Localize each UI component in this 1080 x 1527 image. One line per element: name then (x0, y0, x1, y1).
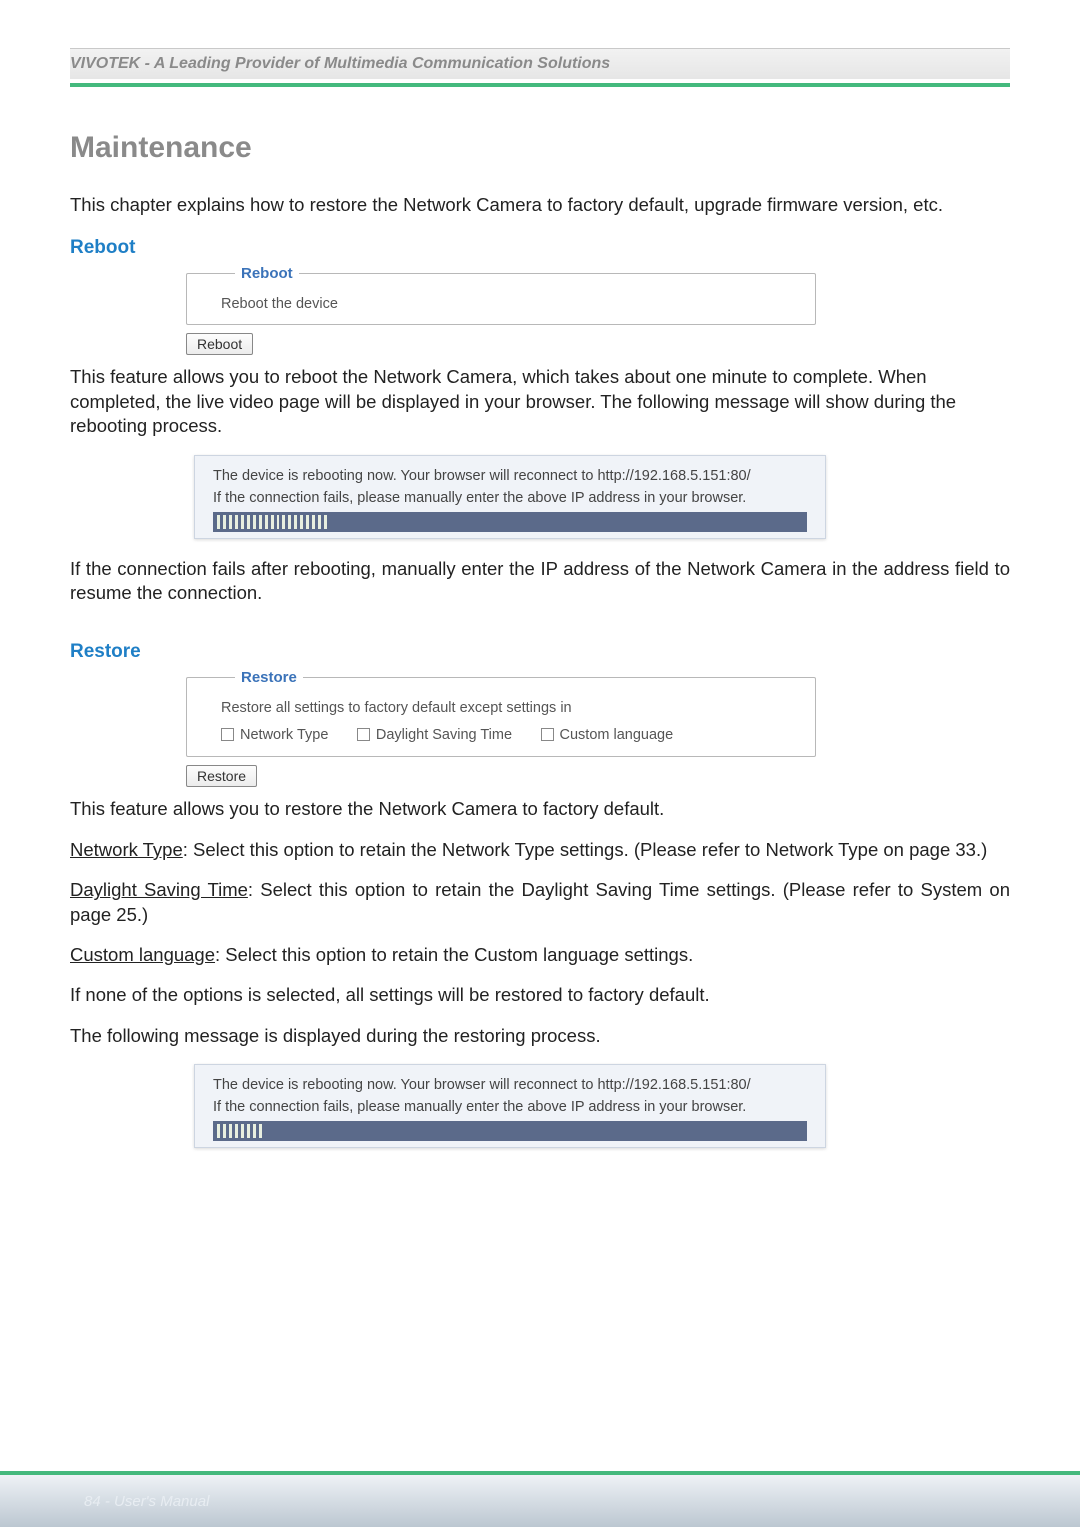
reboot-panel-text: Reboot the device (221, 296, 795, 312)
restore-msg-line1: The device is rebooting now. Your browse… (213, 1077, 807, 1093)
reboot-msg-line1: The device is rebooting now. Your browse… (213, 468, 807, 484)
restore-opt-network-label: Network Type (70, 839, 183, 860)
reboot-heading: Reboot (70, 237, 1010, 259)
restore-option-network[interactable]: Network Type (221, 727, 328, 743)
page-footer: 84 - User's Manual (0, 1471, 1080, 1527)
restore-opt-dst-label: Daylight Saving Time (70, 879, 248, 900)
restore-heading: Restore (70, 641, 1010, 663)
reboot-panel: Reboot Reboot the device (186, 265, 816, 325)
restore-opt-network-text: : Select this option to retain the Netwo… (183, 839, 988, 860)
restore-description: This feature allows you to restore the N… (70, 797, 1010, 821)
restore-option-label: Daylight Saving Time (376, 727, 512, 743)
restore-opt-dst: Daylight Saving Time: Select this option… (70, 878, 1010, 927)
restore-none-text: If none of the options is selected, all … (70, 983, 1010, 1007)
restore-panel-wrap: Restore Restore all settings to factory … (186, 669, 1010, 787)
restore-opt-lang: Custom language: Select this option to r… (70, 943, 1010, 967)
intro-paragraph: This chapter explains how to restore the… (70, 193, 1010, 217)
page-title: Maintenance (70, 131, 1010, 165)
restore-progress-bar (213, 1121, 807, 1141)
restore-options-row: Network Type Daylight Saving Time Custom… (221, 726, 795, 744)
reboot-button[interactable]: Reboot (186, 333, 253, 355)
restore-following-text: The following message is displayed durin… (70, 1024, 1010, 1048)
restore-option-language[interactable]: Custom language (541, 727, 674, 743)
checkbox-icon (541, 728, 554, 741)
restore-panel-text: Restore all settings to factory default … (221, 700, 795, 716)
checkbox-icon (357, 728, 370, 741)
reboot-panel-wrap: Reboot Reboot the device Reboot (186, 265, 1010, 355)
footer-page-number: 84 - User's Manual (0, 1475, 1080, 1510)
restore-panel: Restore Restore all settings to factory … (186, 669, 816, 757)
page-header: VIVOTEK - A Leading Provider of Multimed… (70, 48, 1010, 79)
restore-button[interactable]: Restore (186, 765, 257, 787)
reboot-panel-legend: Reboot (235, 265, 299, 282)
restore-panel-legend: Restore (235, 669, 303, 686)
restore-opt-network: Network Type: Select this option to reta… (70, 838, 1010, 862)
checkbox-icon (221, 728, 234, 741)
reboot-description: This feature allows you to reboot the Ne… (70, 365, 1010, 438)
restore-msg-line2: If the connection fails, please manually… (213, 1099, 807, 1115)
restore-option-dst[interactable]: Daylight Saving Time (357, 727, 512, 743)
restore-opt-lang-label: Custom language (70, 944, 215, 965)
restore-opt-lang-text: : Select this option to retain the Custo… (215, 944, 693, 965)
reboot-msg-line2: If the connection fails, please manually… (213, 490, 807, 506)
header-divider (70, 83, 1010, 87)
restore-option-label: Network Type (240, 727, 328, 743)
reboot-progress-bar (213, 512, 807, 532)
header-brand: VIVOTEK - A Leading Provider of Multimed… (70, 55, 1010, 73)
restore-message-box: The device is rebooting now. Your browse… (194, 1064, 826, 1148)
reboot-message-box: The device is rebooting now. Your browse… (194, 455, 826, 539)
reboot-after-text: If the connection fails after rebooting,… (70, 557, 1010, 606)
restore-option-label: Custom language (560, 727, 674, 743)
